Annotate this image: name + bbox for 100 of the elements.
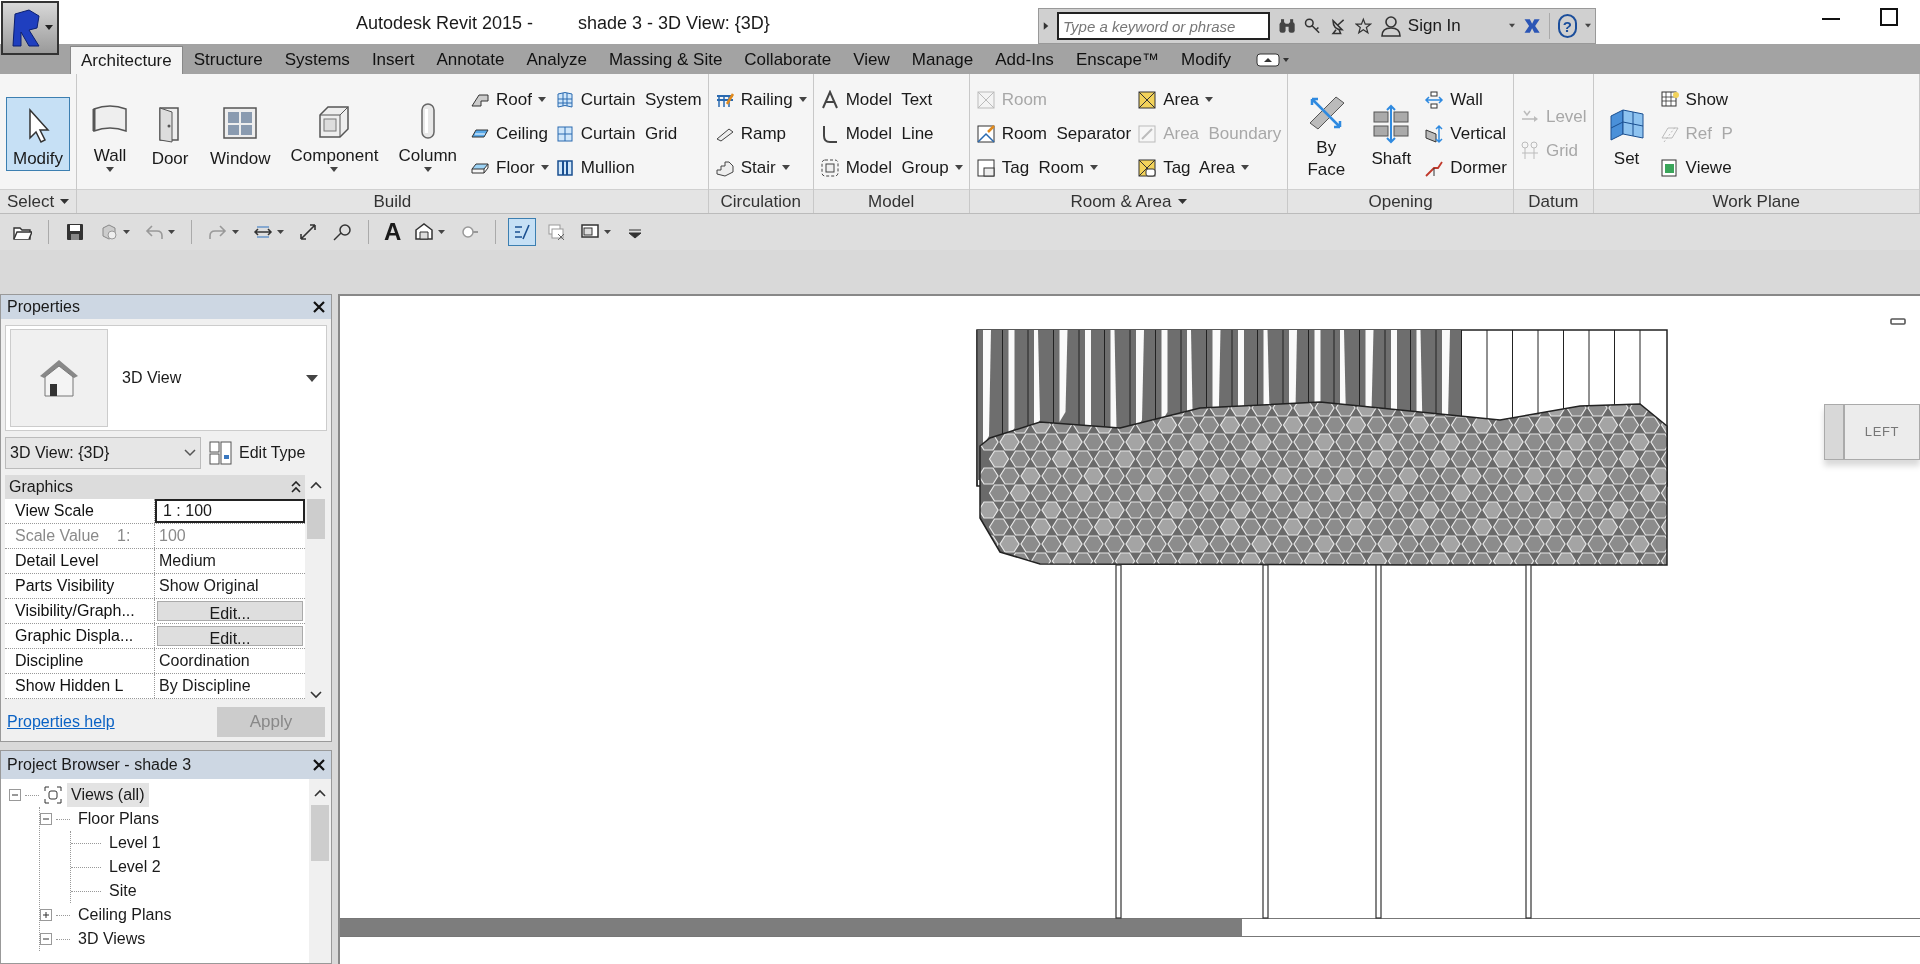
ribbon-button[interactable]: Shaft (1364, 96, 1419, 171)
edit-type-button[interactable]: Edit Type (209, 437, 306, 469)
collapse-box-icon[interactable] (9, 789, 21, 801)
scroll-thumb[interactable] (307, 499, 325, 539)
ribbon-button[interactable]: Room Separator (975, 118, 1132, 149)
ribbon-tab[interactable]: Systems (273, 46, 361, 74)
ribbon-button[interactable]: Ramp (714, 118, 807, 149)
ribbon-tab[interactable]: Annotate (425, 46, 516, 74)
tag-icon (332, 222, 352, 242)
application-menu-button[interactable] (1, 1, 59, 55)
model-group-icon (819, 157, 840, 178)
expand-box-icon[interactable] (40, 909, 52, 921)
grid-plane-icon (1659, 89, 1680, 110)
ribbon-button[interactable]: By Face (1294, 85, 1359, 182)
ribbon-tab[interactable]: Manage (900, 46, 985, 74)
search-field[interactable]: Type a keyword or phrase (1057, 12, 1271, 40)
scroll-up-icon[interactable] (314, 789, 326, 797)
tree-item[interactable]: 3D Views (74, 927, 150, 951)
tree-item[interactable]: Level 2 (105, 855, 165, 879)
ribbon-button[interactable]: Stair (714, 152, 807, 183)
caret-icon[interactable] (1508, 23, 1515, 29)
caret-icon (1205, 96, 1214, 103)
viewer-icon (1659, 157, 1680, 178)
ribbon-button[interactable]: Floor (470, 152, 549, 183)
help-button[interactable]: ? (1557, 14, 1577, 38)
ribbon-button[interactable]: Wall (83, 93, 138, 174)
panel-toggle-icon[interactable] (1256, 52, 1291, 68)
ribbon-tab[interactable]: Structure (182, 46, 274, 74)
collapse-box-icon[interactable] (40, 813, 52, 825)
ribbon-button[interactable]: Tag Room (975, 152, 1132, 183)
property-value: Coordination (158, 651, 251, 671)
ribbon-button[interactable]: Roof (470, 84, 549, 115)
ribbon-button[interactable]: Vertical (1424, 118, 1507, 149)
ribbon-button[interactable]: Viewe (1659, 152, 1733, 183)
scrollbar[interactable] (309, 779, 331, 963)
close-icon[interactable] (313, 301, 325, 313)
ribbon-button[interactable]: Component (283, 93, 386, 174)
ribbon-button[interactable]: Model Group (819, 152, 963, 183)
ribbon-button[interactable]: Modify (6, 96, 71, 171)
ribbon-button[interactable]: Model Line (819, 118, 963, 149)
tree-item[interactable]: Views (all) (67, 783, 149, 807)
ribbon-button[interactable]: Railing (714, 84, 807, 115)
collapse-box-icon[interactable] (40, 933, 52, 945)
ribbon-button[interactable]: Dormer (1424, 152, 1507, 183)
panel-label[interactable]: Room & Area (969, 189, 1288, 213)
ribbon-button[interactable]: Curtain Grid (554, 118, 702, 149)
toolbar-button[interactable]: A (381, 218, 405, 246)
ribbon-tab[interactable]: Add-Ins (984, 46, 1065, 74)
ribbon-button[interactable]: Ceiling (470, 118, 549, 149)
property-value-field[interactable]: 1 : 100 (155, 499, 305, 523)
ribbon-tab[interactable]: Enscape™ (1064, 46, 1171, 74)
ribbon-button[interactable]: Mullion (554, 152, 702, 183)
ribbon-tab[interactable]: Collaborate (733, 46, 843, 74)
ribbon-button[interactable]: Set (1599, 96, 1654, 171)
horizontal-scrollbar[interactable] (340, 918, 1920, 937)
ribbon-button[interactable]: Model Text (819, 84, 963, 115)
tree-item[interactable]: Site (105, 879, 141, 903)
ribbon-tab[interactable]: View (842, 46, 901, 74)
scroll-down-icon[interactable] (310, 691, 322, 699)
scroll-thumb[interactable] (311, 805, 329, 861)
ribbon-tab[interactable]: Massing & Site (597, 46, 734, 74)
star-icon[interactable] (1355, 15, 1372, 37)
ribbon-button[interactable]: Tag Area (1137, 152, 1282, 183)
ribbon-button[interactable]: Curtain System (554, 84, 702, 115)
maximize-icon[interactable] (1880, 8, 1898, 26)
property-label: Visibility/Graph... (5, 599, 155, 623)
ribbon-button[interactable]: Door (143, 96, 198, 171)
sign-in-link[interactable]: Sign In (1407, 13, 1461, 39)
expand-arrow-icon[interactable] (1043, 20, 1050, 32)
edit-button[interactable]: Edit... (157, 626, 303, 646)
close-icon[interactable] (313, 759, 325, 771)
tree-item[interactable]: Floor Plans (74, 807, 163, 831)
instance-dropdown[interactable]: 3D View: {3D} (5, 437, 201, 469)
minimized-bar-icon[interactable] (1890, 318, 1906, 325)
type-selector[interactable]: 3D View (5, 325, 327, 431)
ribbon-button[interactable]: Wall (1424, 84, 1507, 115)
property-label: Scale Value 1: (5, 524, 155, 548)
caret-icon (123, 229, 130, 235)
panel-label: Build (77, 189, 708, 213)
scroll-up-icon[interactable] (310, 481, 322, 489)
panel-label[interactable]: Select (0, 189, 77, 213)
caret-icon (438, 229, 446, 235)
curtain-grid-icon (554, 123, 575, 144)
tree-item[interactable]: Ceiling Plans (74, 903, 176, 927)
ribbon-tab[interactable]: Analyze (515, 46, 598, 74)
ribbon-tab[interactable]: Modify (1170, 46, 1243, 74)
panel-title: Properties (7, 297, 80, 317)
ribbon-button[interactable]: Show (1659, 84, 1733, 115)
ribbon-button[interactable]: Column (391, 93, 465, 174)
ribbon-tab[interactable]: Insert (360, 46, 426, 74)
ribbon-button[interactable]: Window (203, 96, 278, 171)
ribbon-button[interactable]: Area (1137, 84, 1282, 115)
dropdown-arrow-icon[interactable] (306, 374, 318, 382)
ribbon-tab[interactable]: Architecture (70, 46, 183, 74)
edit-button[interactable]: Edit... (157, 601, 303, 621)
properties-help-link[interactable]: Properties help (7, 710, 115, 734)
group-header[interactable]: Graphics (5, 475, 305, 499)
minimize-icon[interactable] (1822, 18, 1840, 22)
tree-item[interactable]: Level 1 (105, 831, 165, 855)
caret-icon[interactable] (1584, 23, 1591, 29)
